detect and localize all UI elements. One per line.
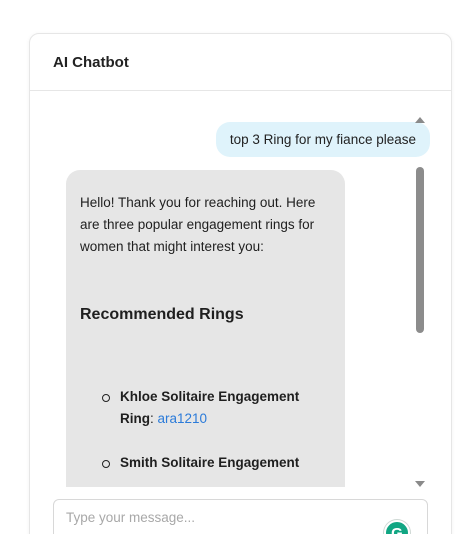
scroll-up-icon[interactable] — [415, 117, 425, 123]
message-list[interactable]: top 3 Ring for my fiance please Hello! T… — [30, 91, 430, 487]
message-input[interactable] — [54, 500, 427, 534]
ring-name: Smith Solitaire Engagement — [120, 455, 300, 470]
ring-list: Khloe Solitaire Engagement Ring: ara1210… — [80, 386, 331, 474]
scroll-down-icon[interactable] — [415, 481, 425, 487]
chat-window: AI Chatbot top 3 Ring for my fiance plea… — [29, 33, 452, 534]
chat-header: AI Chatbot — [30, 34, 451, 91]
ring-code-link[interactable]: ara1210 — [158, 411, 208, 426]
grammarly-letter: G — [391, 524, 403, 534]
bot-intro-text: Hello! Thank you for reaching out. Here … — [80, 195, 316, 254]
scroll-thumb[interactable] — [416, 167, 424, 333]
chat-title: AI Chatbot — [53, 53, 129, 71]
message-input-box: G — [53, 499, 428, 534]
user-message: top 3 Ring for my fiance please — [215, 122, 430, 157]
bot-message: Hello! Thank you for reaching out. Here … — [66, 170, 345, 487]
message-scrollbar[interactable] — [414, 117, 426, 487]
list-item: Smith Solitaire Engagement — [102, 452, 331, 474]
bot-heading: Recommended Rings — [80, 306, 244, 323]
ring-name: Khloe Solitaire Engagement Ring — [120, 389, 300, 426]
ring-separator: : — [150, 411, 158, 426]
list-item: Khloe Solitaire Engagement Ring: ara1210 — [102, 386, 331, 430]
